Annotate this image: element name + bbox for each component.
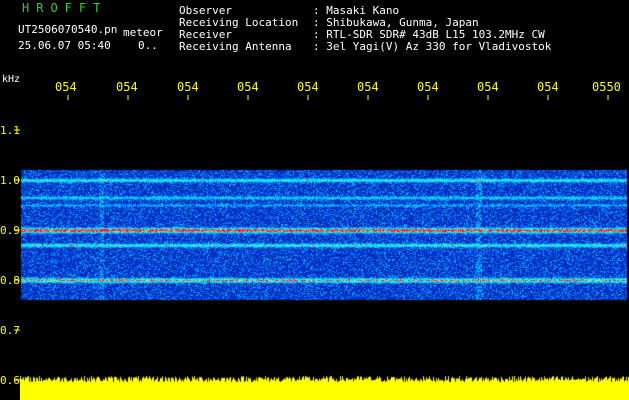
spectrogram bbox=[20, 100, 629, 400]
